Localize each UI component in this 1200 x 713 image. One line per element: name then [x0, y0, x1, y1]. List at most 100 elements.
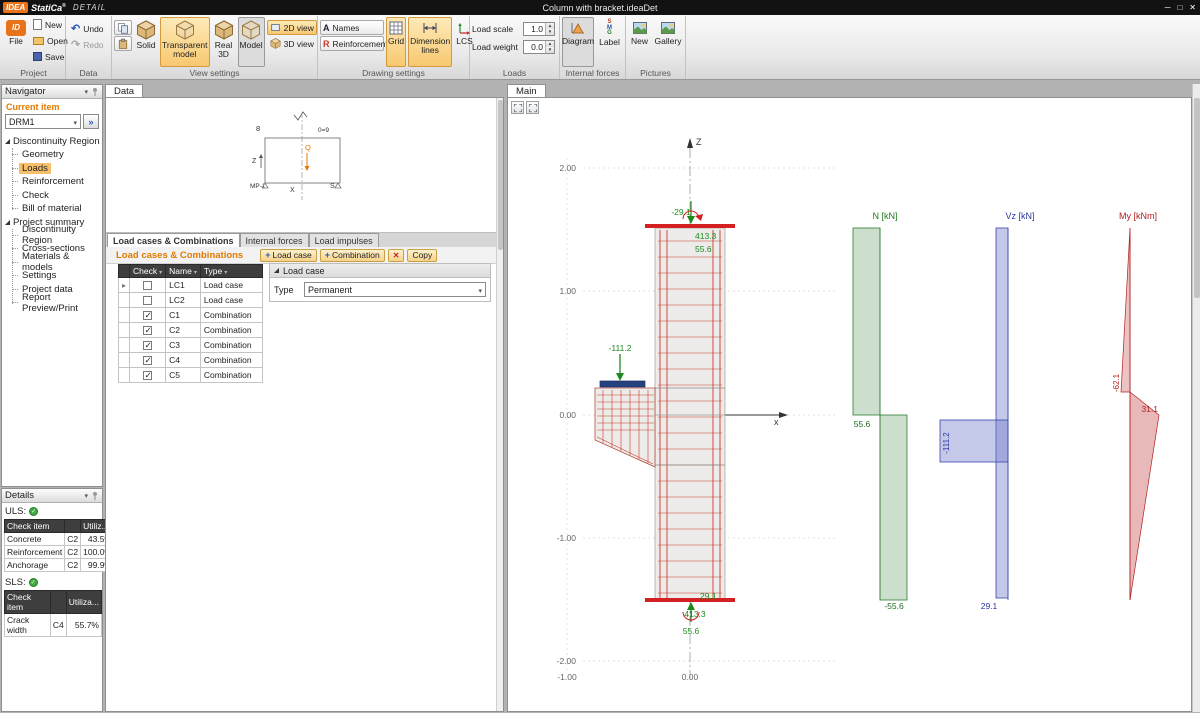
minimize-button[interactable]: [1165, 3, 1171, 12]
load-weight-input[interactable]: 0.0 ▲▼: [523, 40, 555, 54]
current-item-select[interactable]: DRM1: [5, 114, 81, 129]
spin-down-icon[interactable]: ▼: [546, 47, 554, 53]
expanded-icon: [5, 220, 10, 225]
main-canvas[interactable]: 2.00 1.00 0.00 -1.00 -2.00 -1.00 0.00 Z: [507, 97, 1192, 712]
real-3d-cube-icon: [214, 20, 234, 40]
reinforcement-toggle-button[interactable]: R Reinforcement: [320, 36, 384, 51]
view-fit-controls: [511, 101, 539, 114]
expanded-icon: [5, 139, 10, 144]
fit-all-icon: [513, 103, 523, 113]
load-weight-spinner[interactable]: ▲▼: [545, 41, 554, 53]
new-project-button[interactable]: New: [30, 17, 71, 32]
row-checkbox[interactable]: [143, 296, 152, 305]
table-row[interactable]: Crack width C4 55.7%: [5, 614, 102, 637]
load-cases-toolbar: Load cases & Combinations Load case Comb…: [106, 247, 503, 264]
table-row[interactable]: C1 Combination: [119, 308, 263, 323]
tab-data[interactable]: Data: [105, 84, 143, 97]
sidebar-item-reinforcement[interactable]: Reinforcement: [19, 175, 100, 189]
sidebar-item-check[interactable]: Check: [19, 189, 100, 203]
undo-button[interactable]: ↶ Undo: [68, 21, 107, 36]
scrollbar-thumb[interactable]: [1194, 98, 1200, 298]
view-2d-button[interactable]: 2D view: [267, 20, 317, 35]
sidebar-item-discontinuity-region[interactable]: Discontinuity Region: [19, 229, 100, 243]
tab-load-cases[interactable]: Load cases & Combinations: [107, 233, 240, 247]
go-to-item-button[interactable]: [83, 114, 99, 129]
row-checkbox[interactable]: [143, 371, 152, 380]
table-row[interactable]: LC1 Load case: [119, 278, 263, 293]
sidebar-item-bill-of-material[interactable]: Bill of material: [19, 202, 100, 216]
load-scale-label: Load scale: [472, 24, 520, 34]
table-row[interactable]: C2 Combination: [119, 323, 263, 338]
tree-group-discontinuity[interactable]: Discontinuity Region: [5, 135, 100, 148]
row-checkbox[interactable]: [143, 356, 152, 365]
svg-text:-111.2: -111.2: [609, 343, 632, 353]
real-3d-button[interactable]: Real 3D: [212, 17, 236, 67]
pin-icon[interactable]: [91, 491, 99, 501]
view-3d-button[interactable]: 3D view: [267, 36, 317, 51]
vertical-scrollbar[interactable]: [1192, 84, 1200, 712]
paste-picture-button[interactable]: [114, 36, 132, 51]
grid-toggle-button[interactable]: Grid: [386, 17, 406, 67]
table-row[interactable]: Concrete C2 43.5%: [5, 533, 115, 546]
add-load-case-button[interactable]: Load case: [260, 249, 317, 262]
grid-icon: [388, 20, 404, 36]
table-row[interactable]: C5 Combination: [119, 368, 263, 383]
table-row[interactable]: C3 Combination: [119, 338, 263, 353]
zoom-fit-button[interactable]: [511, 101, 524, 114]
tab-internal-forces[interactable]: Internal forces: [240, 233, 309, 247]
collapse-icon[interactable]: [84, 86, 88, 97]
sidebar-item-settings[interactable]: Settings: [19, 269, 100, 283]
file-button[interactable]: ID File: [4, 17, 28, 67]
table-row[interactable]: LC2 Load case: [119, 293, 263, 308]
sidebar-item-report-preview[interactable]: Report Preview/Print: [19, 296, 100, 310]
collapse-icon[interactable]: [84, 490, 88, 501]
load-scale-spinner[interactable]: ▲▼: [545, 23, 554, 35]
load-case-type-select[interactable]: Permanent: [304, 282, 486, 297]
names-toggle-button[interactable]: A Names: [320, 20, 384, 35]
row-checkbox[interactable]: [143, 311, 152, 320]
column-drawing[interactable]: [645, 224, 735, 602]
bracket-drawing[interactable]: [595, 381, 655, 467]
zoom-window-button[interactable]: [526, 101, 539, 114]
close-button[interactable]: [1189, 3, 1196, 12]
open-button[interactable]: Open: [30, 33, 71, 48]
sidebar-item-materials-models[interactable]: Materials & models: [19, 256, 100, 270]
gallery-button[interactable]: Gallery: [653, 17, 683, 67]
dimension-lines-icon: [422, 20, 438, 36]
tab-main[interactable]: Main: [507, 84, 546, 97]
load-scale-input[interactable]: 1.0 ▲▼: [523, 22, 555, 36]
add-combination-button[interactable]: Combination: [320, 249, 385, 262]
label-button[interactable]: SMG Label: [596, 17, 623, 67]
diagram-button[interactable]: Diagram: [562, 17, 594, 67]
delete-icon: [393, 251, 400, 260]
save-button[interactable]: Save: [30, 49, 71, 64]
row-checkbox[interactable]: [143, 326, 152, 335]
svg-text:29.1: 29.1: [700, 591, 717, 601]
pin-icon[interactable]: [91, 87, 99, 97]
sidebar-item-geometry[interactable]: Geometry: [19, 148, 100, 162]
sketch-label: 8: [256, 124, 260, 133]
table-row[interactable]: Anchorage C2 99.9%: [5, 559, 115, 572]
row-checkbox[interactable]: [143, 281, 152, 290]
new-picture-button[interactable]: New: [628, 17, 651, 67]
copy-picture-button[interactable]: [114, 20, 132, 35]
data-panel-scrollbar[interactable]: [496, 98, 503, 711]
model-view-button[interactable]: Model: [238, 17, 265, 67]
copy-button[interactable]: Copy: [407, 249, 437, 262]
table-row[interactable]: C4 Combination: [119, 353, 263, 368]
svg-text:My [kNm]: My [kNm]: [1119, 211, 1157, 221]
data-panel: Data 8 0=9 Q Z MP-1 X S Load ca: [105, 84, 504, 712]
dimension-lines-button[interactable]: Dimension lines: [408, 17, 452, 67]
maximize-button[interactable]: [1177, 3, 1182, 12]
delete-button[interactable]: [388, 249, 405, 262]
spin-down-icon[interactable]: ▼: [546, 29, 554, 35]
tab-load-impulses[interactable]: Load impulses: [309, 233, 379, 247]
solid-view-button[interactable]: Solid: [134, 17, 158, 67]
redo-button[interactable]: ↷ Redo: [68, 37, 107, 52]
sidebar-item-loads[interactable]: Loads: [19, 162, 100, 176]
main-panel: Main 2.00 1.00 0.00 -1.00 -2.00 -1.00 0.…: [507, 84, 1192, 712]
row-checkbox[interactable]: [143, 341, 152, 350]
load-case-detail-header[interactable]: Load case: [270, 264, 490, 278]
table-row[interactable]: Reinforcement C2 100.0%: [5, 546, 115, 559]
transparent-model-button[interactable]: Transparent model: [160, 17, 210, 67]
